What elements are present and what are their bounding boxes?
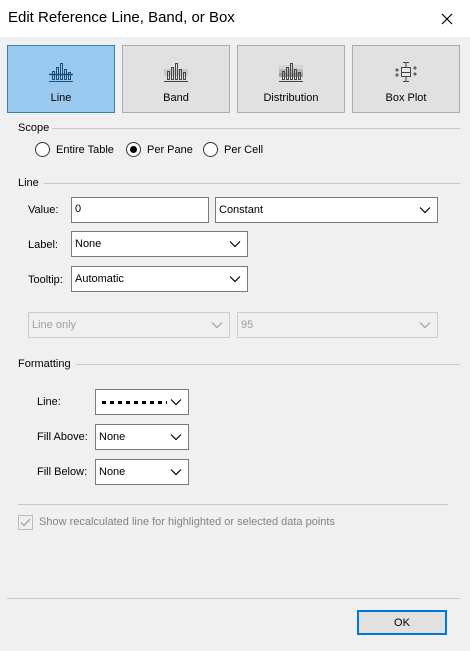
value-label: Value:: [28, 204, 59, 216]
line-heading: Line: [18, 177, 39, 189]
confidence-value-text: 95: [241, 319, 254, 331]
fill-above-text: None: [99, 431, 126, 443]
type-band-label: Band: [163, 92, 189, 104]
label-select[interactable]: None: [71, 231, 248, 257]
type-distribution-button[interactable]: Distribution: [237, 45, 345, 113]
type-line-label: Line: [50, 92, 72, 104]
tooltip-select-text: Automatic: [75, 273, 124, 285]
line-chart-icon: [8, 61, 114, 83]
close-button[interactable]: [424, 0, 470, 37]
confidence-type-select: Line only: [28, 312, 230, 338]
line-style-select[interactable]: [95, 389, 189, 415]
tooltip-label: Tooltip:: [28, 274, 63, 286]
fill-below-text: None: [99, 466, 126, 478]
close-icon: [441, 13, 453, 24]
fill-below-label: Fill Below:: [37, 466, 88, 478]
type-box-plot-button[interactable]: Box Plot: [352, 45, 460, 113]
value-mode-select[interactable]: Constant: [215, 197, 438, 223]
scope-per-cell-radio[interactable]: Per Cell: [203, 142, 263, 157]
recalculated-line-checkbox[interactable]: [18, 515, 33, 530]
label-select-text: None: [75, 238, 102, 250]
chevron-down-icon: [170, 434, 182, 441]
options-divider: [18, 504, 448, 505]
recalculated-line-label: Show recalculated line for highlighted o…: [39, 516, 335, 528]
fill-below-select[interactable]: None: [95, 459, 189, 485]
radio-dot: [130, 146, 137, 153]
line-divider: [44, 183, 460, 184]
chevron-down-icon: [229, 276, 241, 283]
scope-divider: [52, 128, 460, 129]
type-band-button[interactable]: Band: [122, 45, 230, 113]
scope-entire-table-radio[interactable]: Entire Table: [35, 142, 114, 157]
fill-above-label: Fill Above:: [37, 431, 88, 443]
formatting-divider: [76, 364, 460, 365]
ok-button[interactable]: OK: [357, 610, 447, 635]
radio-circle: [203, 142, 218, 157]
title-bar: Edit Reference Line, Band, or Box: [0, 0, 470, 37]
chevron-down-icon: [211, 322, 223, 329]
checkmark-icon: [20, 518, 31, 527]
line-style-label: Line:: [37, 396, 61, 408]
distribution-chart-icon: [238, 61, 344, 83]
radio-circle: [35, 142, 50, 157]
chevron-down-icon: [419, 207, 431, 214]
confidence-value-select: 95: [237, 312, 438, 338]
band-chart-icon: [123, 61, 229, 83]
footer-divider: [7, 598, 460, 599]
tooltip-select[interactable]: Automatic: [71, 266, 248, 292]
confidence-type-text: Line only: [32, 319, 77, 331]
fill-above-select[interactable]: None: [95, 424, 189, 450]
type-distribution-label: Distribution: [263, 92, 319, 104]
box-plot-icon: [353, 61, 459, 83]
type-line-button[interactable]: Line: [7, 45, 115, 113]
scope-per-pane-radio[interactable]: Per Pane: [126, 142, 193, 157]
chevron-down-icon: [170, 399, 182, 406]
chevron-down-icon: [229, 241, 241, 248]
scope-entire-table-label: Entire Table: [56, 143, 114, 156]
value-input[interactable]: 0: [71, 197, 209, 223]
radio-circle: [126, 142, 141, 157]
type-box-plot-label: Box Plot: [385, 92, 427, 104]
chevron-down-icon: [170, 469, 182, 476]
label-label: Label:: [28, 239, 58, 251]
chevron-down-icon: [419, 322, 431, 329]
scope-per-cell-label: Per Cell: [224, 143, 264, 156]
dotted-line-preview: [102, 401, 167, 404]
formatting-heading: Formatting: [18, 358, 71, 370]
dialog-title: Edit Reference Line, Band, or Box: [8, 9, 235, 26]
scope-per-pane-label: Per Pane: [147, 143, 193, 156]
scope-heading: Scope: [18, 122, 50, 134]
value-mode-text: Constant: [219, 204, 264, 216]
